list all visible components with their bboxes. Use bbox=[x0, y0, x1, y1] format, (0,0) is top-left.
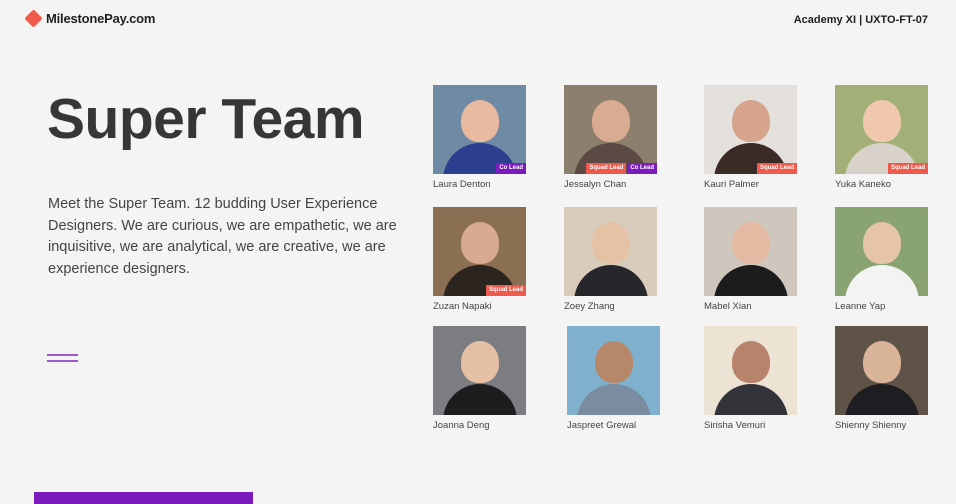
role-badges: Squad Lead Co Lead bbox=[586, 163, 657, 174]
team-member-card[interactable]: Jaspreet Grewal bbox=[567, 326, 660, 431]
portrait-shoulders bbox=[443, 384, 517, 415]
portrait-shoulders bbox=[845, 265, 919, 296]
portrait-shoulders bbox=[714, 384, 788, 415]
member-name: Yuka Kaneko bbox=[835, 179, 891, 190]
member-name: Jessalyn Chan bbox=[564, 179, 627, 190]
portrait-head bbox=[732, 100, 770, 142]
portrait-head bbox=[863, 341, 901, 383]
member-photo: Squad Lead bbox=[433, 207, 526, 296]
member-name: Zuzan Napaki bbox=[433, 301, 492, 312]
team-member-card[interactable]: Sirisha Vemuri bbox=[704, 326, 797, 431]
role-badges: Squad Lead bbox=[887, 163, 928, 174]
member-photo: Squad Lead bbox=[704, 85, 797, 174]
role-badges: Squad Lead bbox=[756, 163, 797, 174]
portrait-head bbox=[461, 222, 499, 264]
team-member-card[interactable]: Leanne Yap bbox=[835, 207, 928, 312]
diamond-logo-icon bbox=[24, 9, 43, 28]
portrait-head bbox=[461, 341, 499, 383]
member-photo bbox=[433, 326, 526, 415]
brand-name: MilestonePay.com bbox=[46, 11, 156, 26]
portrait-shoulders bbox=[574, 265, 648, 296]
member-photo bbox=[704, 207, 797, 296]
squad-lead-badge: Squad Lead bbox=[485, 285, 526, 296]
member-photo bbox=[564, 207, 657, 296]
member-photo bbox=[704, 326, 797, 415]
member-name: Kauri Palmer bbox=[704, 179, 759, 190]
accent-bar bbox=[34, 492, 253, 504]
team-member-card[interactable]: Squad Lead Co Lead Jessalyn Chan bbox=[564, 85, 657, 190]
member-name: Joanna Deng bbox=[433, 420, 490, 431]
portrait-head bbox=[863, 222, 901, 264]
team-member-card[interactable]: Squad Lead Yuka Kaneko bbox=[835, 85, 928, 190]
squad-lead-badge: Squad Lead bbox=[756, 163, 797, 174]
squad-lead-badge: Squad Lead bbox=[887, 163, 928, 174]
portrait-head bbox=[461, 100, 499, 142]
portrait-shoulders bbox=[845, 384, 919, 415]
member-name: Leanne Yap bbox=[835, 301, 886, 312]
portrait-head bbox=[595, 341, 633, 383]
portrait-head bbox=[732, 341, 770, 383]
team-member-card[interactable]: Shienny Shienny bbox=[835, 326, 928, 431]
member-photo: Squad Lead bbox=[835, 85, 928, 174]
member-name: Shienny Shienny bbox=[835, 420, 907, 431]
member-photo bbox=[567, 326, 660, 415]
portrait-head bbox=[592, 222, 630, 264]
brand-logo[interactable]: MilestonePay.com bbox=[24, 9, 156, 28]
member-photo bbox=[835, 326, 928, 415]
team-member-card[interactable]: Mabel Xian bbox=[704, 207, 797, 312]
role-badges: Squad Lead bbox=[485, 285, 526, 296]
member-photo: Squad Lead Co Lead bbox=[564, 85, 657, 174]
co-lead-badge: Co Lead bbox=[627, 163, 657, 174]
co-lead-badge: Co Lead bbox=[496, 163, 526, 174]
page-title: Super Team bbox=[47, 87, 365, 151]
member-name: Jaspreet Grewal bbox=[567, 420, 637, 431]
intro-paragraph: Meet the Super Team. 12 budding User Exp… bbox=[48, 196, 397, 277]
member-name: Laura Denton bbox=[433, 179, 491, 190]
member-name: Sirisha Vemuri bbox=[704, 420, 766, 431]
member-photo bbox=[835, 207, 928, 296]
member-name: Zoey Zhang bbox=[564, 301, 615, 312]
member-photo: Co Lead bbox=[433, 85, 526, 174]
member-name: Mabel Xian bbox=[704, 301, 752, 312]
portrait-shoulders bbox=[714, 265, 788, 296]
team-member-card[interactable]: Squad Lead Kauri Palmer bbox=[704, 85, 797, 190]
squad-lead-badge: Squad Lead bbox=[586, 163, 627, 174]
portrait-shoulders bbox=[577, 384, 651, 415]
cohort-label: Academy XI | UXTO-FT-07 bbox=[793, 14, 928, 26]
team-member-card[interactable]: Zoey Zhang bbox=[564, 207, 657, 312]
team-member-card[interactable]: Squad Lead Zuzan Napaki bbox=[433, 207, 526, 312]
portrait-head bbox=[732, 222, 770, 264]
menu-icon[interactable] bbox=[47, 354, 78, 366]
portrait-head bbox=[592, 100, 630, 142]
team-member-card[interactable]: Co Lead Laura Denton bbox=[433, 85, 526, 190]
portrait-head bbox=[863, 100, 901, 142]
role-badges: Co Lead bbox=[496, 163, 526, 174]
team-member-card[interactable]: Joanna Deng bbox=[433, 326, 526, 431]
